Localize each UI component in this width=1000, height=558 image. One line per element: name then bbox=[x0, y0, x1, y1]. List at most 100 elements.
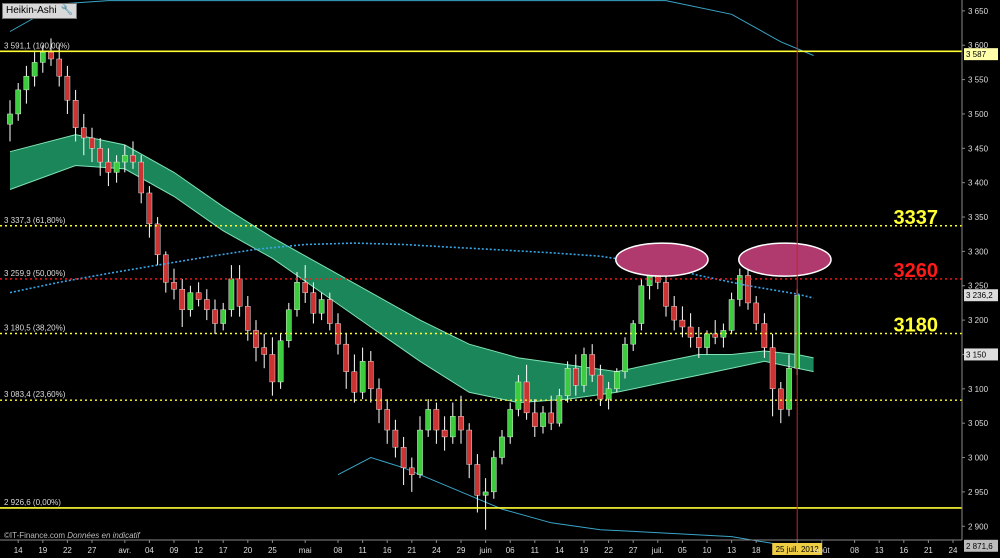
candle-body bbox=[212, 309, 218, 324]
candle-body bbox=[417, 429, 423, 475]
candle-body bbox=[327, 299, 333, 324]
price-tick-label: 3 650 bbox=[968, 7, 989, 16]
date-tick-label: 29 bbox=[457, 546, 466, 555]
candle-body bbox=[80, 127, 87, 139]
candle-body bbox=[195, 292, 202, 300]
candle-body bbox=[171, 282, 177, 290]
candle-body bbox=[728, 299, 735, 331]
candle-body bbox=[318, 299, 325, 314]
price-tick-label: 3 200 bbox=[968, 316, 989, 325]
candle-body bbox=[581, 354, 587, 386]
price-tick-label: 2 900 bbox=[968, 522, 989, 531]
date-tick-label: 19 bbox=[38, 546, 47, 555]
candle-body bbox=[40, 51, 46, 63]
candle-body bbox=[294, 282, 300, 310]
candle-body bbox=[7, 113, 13, 125]
price-tag: 2 871,6 bbox=[966, 542, 993, 551]
highlight-ellipse bbox=[615, 242, 709, 277]
data-disclaimer: Données en indicatif bbox=[67, 531, 140, 540]
candle-body bbox=[663, 282, 669, 307]
candle-body bbox=[400, 447, 407, 469]
candle-body bbox=[638, 285, 645, 324]
candle-body bbox=[154, 223, 161, 256]
candle-body bbox=[269, 354, 276, 383]
candle-body bbox=[113, 161, 120, 173]
copyright-text: ©IT-Finance.com bbox=[4, 531, 66, 540]
date-tick-label: 22 bbox=[63, 546, 72, 555]
date-tick-label: 06 bbox=[506, 546, 515, 555]
candle-body bbox=[679, 319, 686, 328]
candle-body bbox=[589, 354, 595, 376]
date-tick-label: 13 bbox=[875, 546, 884, 555]
fib-label: 3 180,5 (38,20%) bbox=[4, 324, 66, 333]
candle-body bbox=[162, 254, 169, 283]
candle-body bbox=[523, 381, 530, 414]
candle-body bbox=[786, 368, 792, 410]
candle-body bbox=[532, 412, 538, 427]
price-tick-label: 3 100 bbox=[968, 385, 989, 394]
chart-title-box[interactable]: Heikin-Ashi 🔧 bbox=[2, 3, 78, 19]
candle-body bbox=[236, 278, 243, 307]
price-tick-label: 3 050 bbox=[968, 419, 989, 428]
candle-body bbox=[614, 371, 620, 390]
highlight-ellipses bbox=[615, 242, 832, 277]
candle-body bbox=[482, 491, 489, 496]
price-tick-label: 3 400 bbox=[968, 179, 989, 188]
date-tick-label: 11 bbox=[531, 546, 540, 555]
heikin-ashi-chart[interactable]: 3 591,1 (100,00%) 3 337,3 (61,80%) 3 259,9… bbox=[0, 0, 1000, 558]
candle-body bbox=[597, 374, 604, 400]
candle-body bbox=[56, 58, 62, 77]
date-tick-label: 27 bbox=[629, 546, 638, 555]
candle-body bbox=[704, 333, 710, 348]
level-annotation: 3260 bbox=[894, 260, 939, 282]
date-tick-label: 14 bbox=[14, 546, 23, 555]
candle-body bbox=[343, 343, 350, 372]
price-tick-label: 3 550 bbox=[968, 76, 989, 85]
candle-body bbox=[130, 154, 136, 163]
candle-body bbox=[450, 416, 456, 438]
price-axis: 3 6503 6003 5503 5003 4503 4003 3503 300… bbox=[961, 0, 1000, 558]
date-tick-label: 13 bbox=[727, 546, 736, 555]
candle-body bbox=[441, 429, 448, 438]
candle-body bbox=[474, 464, 481, 496]
price-tick-label: 2 950 bbox=[968, 488, 989, 497]
candle-body bbox=[187, 292, 194, 310]
date-tick-label: juin bbox=[478, 546, 491, 555]
wrench-icon[interactable]: 🔧 bbox=[61, 4, 73, 18]
candle-body bbox=[433, 409, 440, 431]
candle-body bbox=[179, 288, 186, 310]
date-tick-label: 24 bbox=[432, 546, 441, 555]
cursor-date-label: 25 juil. 2012 bbox=[776, 545, 820, 554]
candle-body bbox=[458, 416, 464, 431]
price-tick-label: 3 300 bbox=[968, 247, 989, 256]
price-tick-label: 3 450 bbox=[968, 144, 989, 153]
candle-body bbox=[687, 326, 694, 338]
fib-label: 3 083,4 (23,60%) bbox=[4, 390, 66, 399]
candle-body bbox=[228, 278, 235, 310]
date-tick-label: mai bbox=[299, 546, 312, 555]
candle-body bbox=[696, 337, 702, 348]
candle-body bbox=[105, 161, 112, 173]
date-tick-label: 20 bbox=[243, 546, 252, 555]
candle-body bbox=[31, 62, 38, 77]
candle-body bbox=[540, 412, 546, 427]
candle-body bbox=[761, 323, 768, 348]
price-tick-label: 3 350 bbox=[968, 213, 989, 222]
candle-body bbox=[89, 137, 95, 149]
footer-note: ©IT-Finance.com Données en indicatif bbox=[4, 531, 140, 540]
date-tick-label: 27 bbox=[88, 546, 97, 555]
candle-body bbox=[203, 299, 210, 310]
date-tick-label: 10 bbox=[703, 546, 712, 555]
date-tick-label: 21 bbox=[407, 546, 416, 555]
date-tick-label: 16 bbox=[383, 546, 392, 555]
date-tick-label: 24 bbox=[949, 546, 958, 555]
date-tick-label: 22 bbox=[604, 546, 613, 555]
candle-body bbox=[491, 457, 497, 493]
candle-body bbox=[425, 409, 432, 431]
candle-body bbox=[769, 347, 776, 390]
candle-body bbox=[499, 436, 505, 458]
date-tick-label: avr. bbox=[118, 546, 131, 555]
date-tick-label: 09 bbox=[170, 546, 179, 555]
candle-body bbox=[351, 371, 358, 393]
date-tick-label: 04 bbox=[145, 546, 154, 555]
